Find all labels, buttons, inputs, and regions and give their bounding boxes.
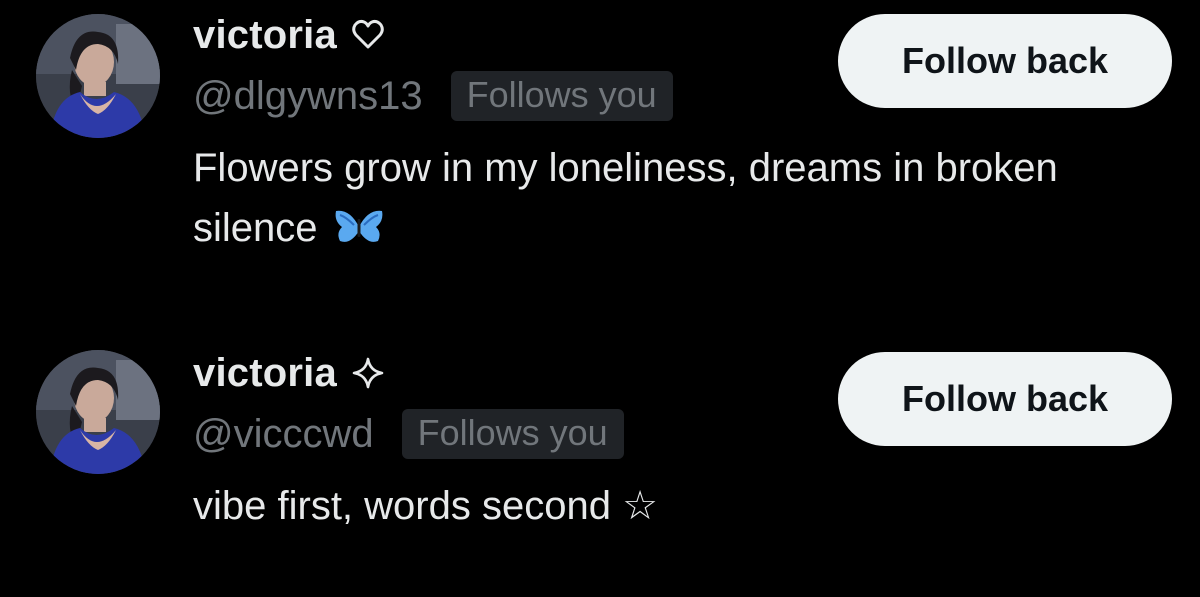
follows-you-badge: Follows you xyxy=(401,409,624,459)
name-line: victoria xyxy=(193,350,385,396)
avatar[interactable] xyxy=(36,350,160,474)
butterfly-icon xyxy=(332,204,386,264)
bio-text: Flowers grow in my loneliness, dreams in… xyxy=(193,146,1058,250)
user-handle[interactable]: @dlgywns13 xyxy=(193,74,423,119)
display-name[interactable]: victoria xyxy=(193,351,337,396)
user-cell[interactable]: victoria @dlgywns13 Follows you Flowers … xyxy=(0,0,1200,300)
avatar-photo xyxy=(36,14,160,138)
bio-text: vibe first, words second ☆ xyxy=(193,484,658,528)
avatar-photo xyxy=(36,350,160,474)
sparkle-outline-icon xyxy=(351,356,385,390)
avatar[interactable] xyxy=(36,14,160,138)
user-bio: vibe first, words second ☆ xyxy=(193,476,1093,536)
handle-line: @vicccwd Follows you xyxy=(193,408,624,460)
follows-you-badge: Follows you xyxy=(450,71,673,121)
follow-back-button[interactable]: Follow back xyxy=(838,352,1172,446)
user-cell[interactable]: victoria @vicccwd Follows you vibe first… xyxy=(0,330,1200,590)
heart-outline-icon xyxy=(351,18,385,52)
handle-line: @dlgywns13 Follows you xyxy=(193,70,673,122)
user-handle[interactable]: @vicccwd xyxy=(193,412,374,457)
display-name[interactable]: victoria xyxy=(193,13,337,58)
user-bio: Flowers grow in my loneliness, dreams in… xyxy=(193,138,1093,264)
name-line: victoria xyxy=(193,12,385,58)
follow-back-button[interactable]: Follow back xyxy=(838,14,1172,108)
